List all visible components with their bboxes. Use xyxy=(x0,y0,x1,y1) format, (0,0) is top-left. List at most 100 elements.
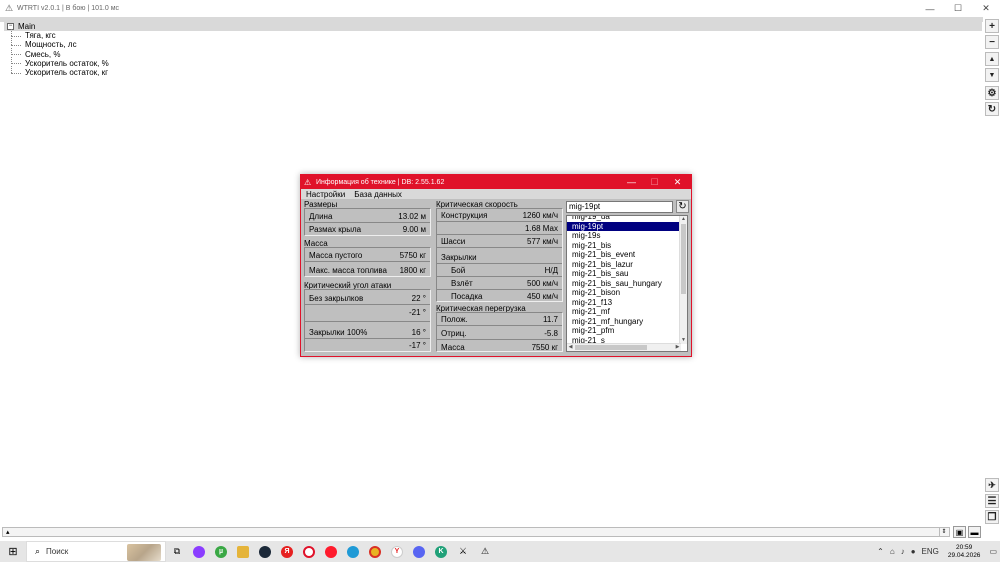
vertical-scrollbar[interactable]: ▲ ▼ xyxy=(679,216,687,344)
kaspersky-icon[interactable]: K xyxy=(430,541,452,562)
aoa-no-flaps-value: 22 ° xyxy=(411,294,426,303)
maximize-icon[interactable]: ☐ xyxy=(944,0,972,17)
vehicle-list-item[interactable]: mig-21_bis xyxy=(567,241,679,251)
horizontal-scrollbar[interactable]: ◀ ▶ xyxy=(567,343,681,351)
aoa-row-no-flaps: Без закрылков 22 ° xyxy=(305,294,430,304)
mass-row-empty: Масса пустого 5750 кг xyxy=(305,251,430,261)
network-icon[interactable]: ⌂ xyxy=(890,547,895,556)
scroll-left-icon[interactable]: ◀ xyxy=(567,344,574,351)
windows-icon[interactable]: ❐ xyxy=(985,510,999,524)
menu-settings[interactable]: Настройки xyxy=(306,190,345,199)
sizes-wingspan-value: 9.00 м xyxy=(402,225,426,234)
vertical-scroll-thumb[interactable] xyxy=(681,224,686,294)
overload-group: Полож. 11.7 Отриц. -5.8 Масса 7550 кг xyxy=(436,312,563,352)
vehicle-list-item[interactable]: mig-21_bis_sau_hungary xyxy=(567,279,679,289)
scroll-down-icon[interactable]: ▼ xyxy=(680,337,687,344)
vehicle-list-item[interactable]: mig-21_bis_event xyxy=(567,250,679,260)
menu-database[interactable]: База данных xyxy=(354,190,402,199)
dialog-titlebar: ⚠ Информация об технике | DB: 2.55.1.62 … xyxy=(301,175,691,189)
windows-start-icon[interactable]: ⊞ xyxy=(0,541,26,562)
edge-icon[interactable] xyxy=(342,541,364,562)
refresh-icon[interactable]: ↻ xyxy=(676,200,689,213)
remove-icon[interactable]: − xyxy=(985,35,999,49)
aoa-group: Без закрылков 22 ° -21 ° Закрылки 100% 1… xyxy=(304,289,431,352)
notifications-icon[interactable]: ▭ xyxy=(989,547,997,556)
mass-empty-value: 5750 кг xyxy=(399,251,426,260)
list-icon[interactable]: ☰ xyxy=(985,494,999,508)
scroll-right-icon[interactable]: ▶ xyxy=(674,344,681,351)
move-up-icon[interactable]: ▲ xyxy=(985,52,999,66)
taskbar-clock[interactable]: 20:59 29.04.2026 xyxy=(948,544,981,560)
clock-date: 29.04.2026 xyxy=(947,551,981,559)
task-view-icon[interactable]: ⧉ xyxy=(166,541,188,562)
sizes-length-value: 13.02 м xyxy=(398,212,426,221)
speed-row-construction: Конструкция 1260 км/ч xyxy=(437,211,562,221)
mass-fuel-value: 1800 кг xyxy=(399,266,426,275)
mic-icon[interactable]: ● xyxy=(911,547,916,556)
chrome-icon[interactable] xyxy=(364,541,386,562)
horizontal-scroll-thumb[interactable] xyxy=(575,345,647,350)
close-icon[interactable]: ✕ xyxy=(972,0,1000,17)
yandex-icon[interactable]: Y xyxy=(386,541,408,562)
yandex-browser-icon[interactable]: Я xyxy=(276,541,298,562)
mass-group: Масса пустого 5750 кг Макс. масса топлив… xyxy=(304,247,431,277)
bottom-selector[interactable]: ▴ ⇕ xyxy=(2,527,950,537)
sizes-row-wingspan: Размах крыла 9.00 м xyxy=(305,225,430,235)
vehicle-list-item[interactable]: mig-19s xyxy=(567,231,679,241)
vehicle-list-item[interactable]: mig-21_pfm xyxy=(567,326,679,336)
speed-gear-label: Шасси xyxy=(441,237,466,246)
minimize-icon[interactable]: — xyxy=(916,0,944,17)
torrent-icon[interactable]: µ xyxy=(210,541,232,562)
scroll-up-icon[interactable]: ▲ xyxy=(680,216,687,223)
vehicle-list-item[interactable]: mig-21_bis_lazur xyxy=(567,260,679,270)
tree-item-booster-kg[interactable]: Ускоритель остаток, кг xyxy=(4,66,982,77)
vehicle-list-item[interactable]: mig-21_mf_hungary xyxy=(567,317,679,327)
dialog-minimize-icon[interactable]: — xyxy=(620,175,643,189)
vehicle-list-item[interactable]: mig-21_mf xyxy=(567,307,679,317)
volume-icon[interactable]: ♪ xyxy=(901,547,905,556)
tree-root-main[interactable]: − Main xyxy=(4,21,982,31)
vehicle-list-item[interactable]: mig-19pt xyxy=(567,221,679,231)
wtrti-taskbar-icon[interactable]: ⚠ xyxy=(474,541,496,562)
tree-item-thrust[interactable]: Тяга, кгс xyxy=(4,28,982,40)
tree-item-power[interactable]: Мощность, лс xyxy=(4,38,982,49)
sizes-group: Длина 13.02 м Размах крыла 9.00 м xyxy=(304,208,431,236)
vehicle-list-item[interactable]: mig-21_f13 xyxy=(567,298,679,308)
folder-icon[interactable]: ▬ xyxy=(968,526,981,538)
file-explorer-icon[interactable] xyxy=(232,541,254,562)
dialog-logo-icon: ⚠ xyxy=(304,177,312,187)
aircraft-icon[interactable]: ✈ xyxy=(985,478,999,492)
aoa-flaps-value: 16 ° xyxy=(411,328,426,337)
game-icon[interactable]: ⚔ xyxy=(452,541,474,562)
aoa-row-no-flaps-neg: -21 ° xyxy=(305,308,430,318)
vehicle-search-input[interactable]: mig-19pt xyxy=(566,201,673,213)
overload-positive-value: 11.7 xyxy=(543,315,558,324)
add-icon[interactable]: + xyxy=(985,19,999,33)
discord-icon[interactable] xyxy=(408,541,430,562)
dialog-title: Информация об технике | DB: 2.55.1.62 xyxy=(316,178,445,186)
speed-row-landing: Посадка 450 км/ч xyxy=(437,292,562,302)
vehicle-list[interactable]: mig-19_ua mig-19pt mig-19s mig-21_bis mig-21… xyxy=(566,215,688,352)
right-toolbar: + − ▲ ▼ ⚙ ↻ ✈ ☰ ❐ xyxy=(983,17,1000,562)
reload-icon[interactable]: ↻ xyxy=(985,102,999,116)
save-icon[interactable]: ▣ xyxy=(953,526,966,538)
dropdown-arrow-icon[interactable]: ⇕ xyxy=(939,528,948,536)
taskbar-search[interactable]: ⌕ Поиск xyxy=(26,541,166,562)
tray-expand-icon[interactable]: ⌃ xyxy=(877,547,884,556)
settings-icon[interactable]: ⚙ xyxy=(985,86,999,100)
tree-item-booster-percent[interactable]: Ускоритель остаток, % xyxy=(4,56,982,68)
language-indicator[interactable]: ENG xyxy=(922,547,939,556)
move-down-icon[interactable]: ▼ xyxy=(985,68,999,82)
alice-icon[interactable] xyxy=(188,541,210,562)
speed-row-takeoff: Взлёт 500 км/ч xyxy=(437,279,562,289)
opera-icon[interactable] xyxy=(320,541,342,562)
vehicle-list-item[interactable]: mig-21_bis_sau xyxy=(567,269,679,279)
vehicle-list-items: mig-19_ua mig-19pt mig-19s mig-21_bis mig-21… xyxy=(567,216,679,345)
overload-row-positive: Полож. 11.7 xyxy=(437,315,562,325)
speed-row-gear: Шасси 577 км/ч xyxy=(437,237,562,247)
tree-item-mixture[interactable]: Смесь, % xyxy=(4,47,982,59)
steam-icon[interactable] xyxy=(254,541,276,562)
dialog-close-icon[interactable]: ✕ xyxy=(666,175,689,189)
opera-gx-icon[interactable] xyxy=(298,541,320,562)
vehicle-list-item[interactable]: mig-21_bison xyxy=(567,288,679,298)
